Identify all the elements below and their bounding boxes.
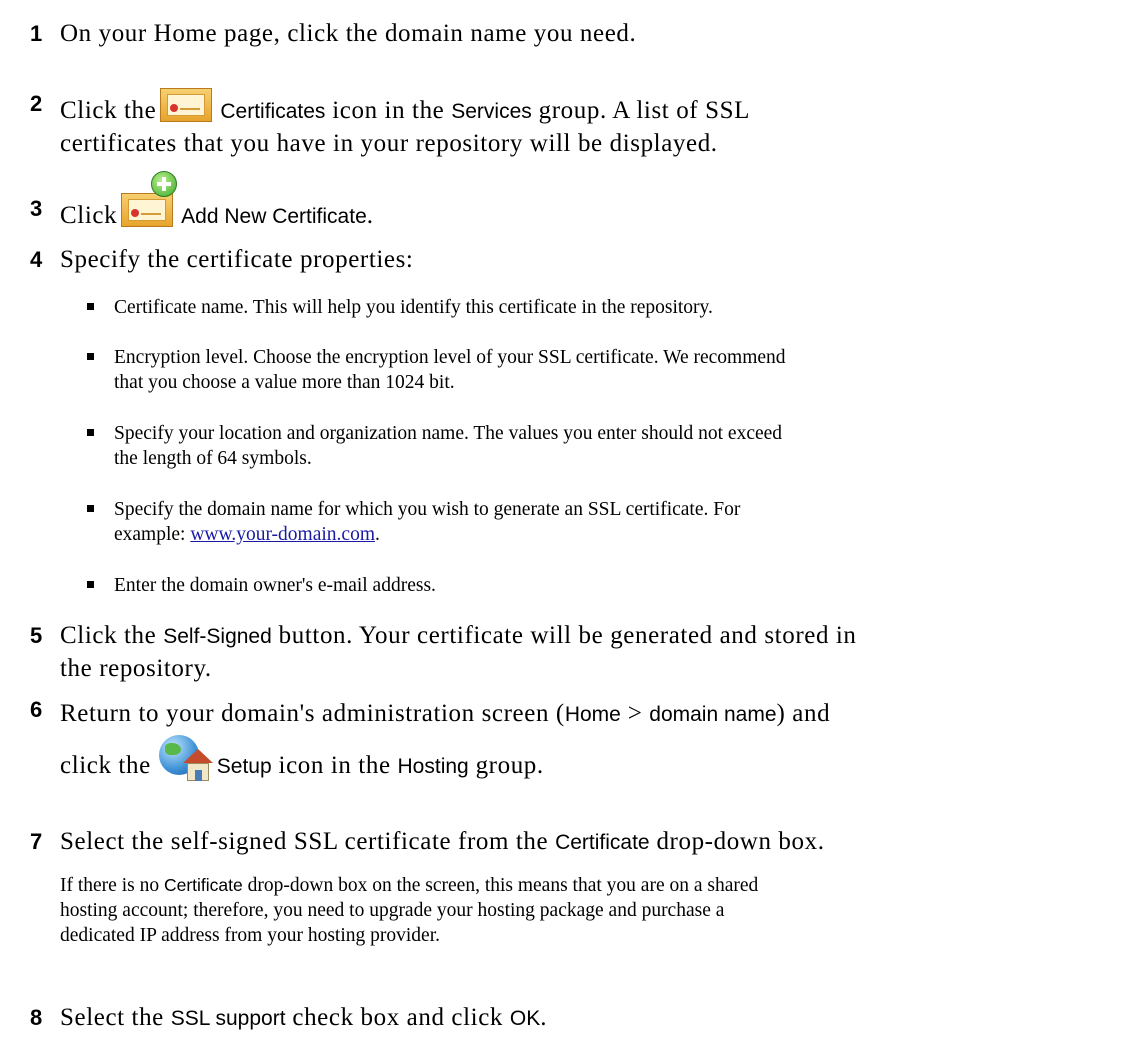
ui-term-certificate: Certificate (555, 831, 650, 854)
step-text: Click Add New Certificate. (60, 171, 1116, 233)
step-number: 2 (30, 91, 43, 116)
setup-icon (157, 735, 213, 783)
bullet-icon (87, 303, 94, 310)
ui-term-self-signed: Self-Signed (163, 625, 272, 648)
ui-term-domain-name: domain name (649, 703, 777, 726)
step-text: Click the Certificates icon in the Servic… (60, 88, 1116, 160)
ui-term-ok: OK (509, 1007, 541, 1030)
step-text: Specify the certificate properties: (60, 246, 414, 273)
step-number: 7 (30, 829, 43, 854)
plus-icon (151, 171, 178, 197)
shared-hosting-note: If there is no Certificate drop-down box… (60, 875, 759, 946)
step-number: 4 (30, 247, 43, 272)
step-number: 3 (30, 196, 43, 221)
add-certificate-icon (121, 171, 178, 227)
certificate-icon (160, 88, 213, 122)
ui-term-ssl-support: SSL support (170, 1007, 286, 1030)
ui-term-setup: Setup (216, 755, 272, 778)
step-number: 1 (30, 21, 43, 46)
domain-example-link[interactable]: www.your-domain.com (190, 524, 375, 545)
step-number: 6 (30, 697, 43, 722)
step-text: Return to your domain's administration s… (60, 694, 1116, 787)
step-number: 5 (30, 623, 43, 648)
ui-term-hosting: Hosting (397, 755, 469, 778)
instructions-document: 1 On your Home page, click the domain na… (0, 0, 1136, 1060)
ui-term-home: Home (564, 703, 621, 726)
ui-term-add-new-certificate: Add New Certificate (181, 205, 367, 228)
ui-term-certificates: Certificates (220, 100, 326, 123)
step-text: Select the SSL support check box and cli… (60, 1004, 548, 1031)
step-number: 8 (30, 1005, 43, 1030)
step-text: On your Home page, click the domain name… (60, 20, 637, 47)
ui-term-certificate: Certificate (163, 875, 243, 895)
step-text: Click the Self-Signed button. Your certi… (60, 622, 857, 682)
ui-term-services: Services (451, 100, 532, 123)
step-text: Select the self-signed SSL certificate f… (60, 828, 825, 855)
bullet-icon (87, 353, 94, 360)
bullet-icon (87, 429, 94, 436)
bullet-icon (87, 505, 94, 512)
bullet-icon (87, 581, 94, 588)
